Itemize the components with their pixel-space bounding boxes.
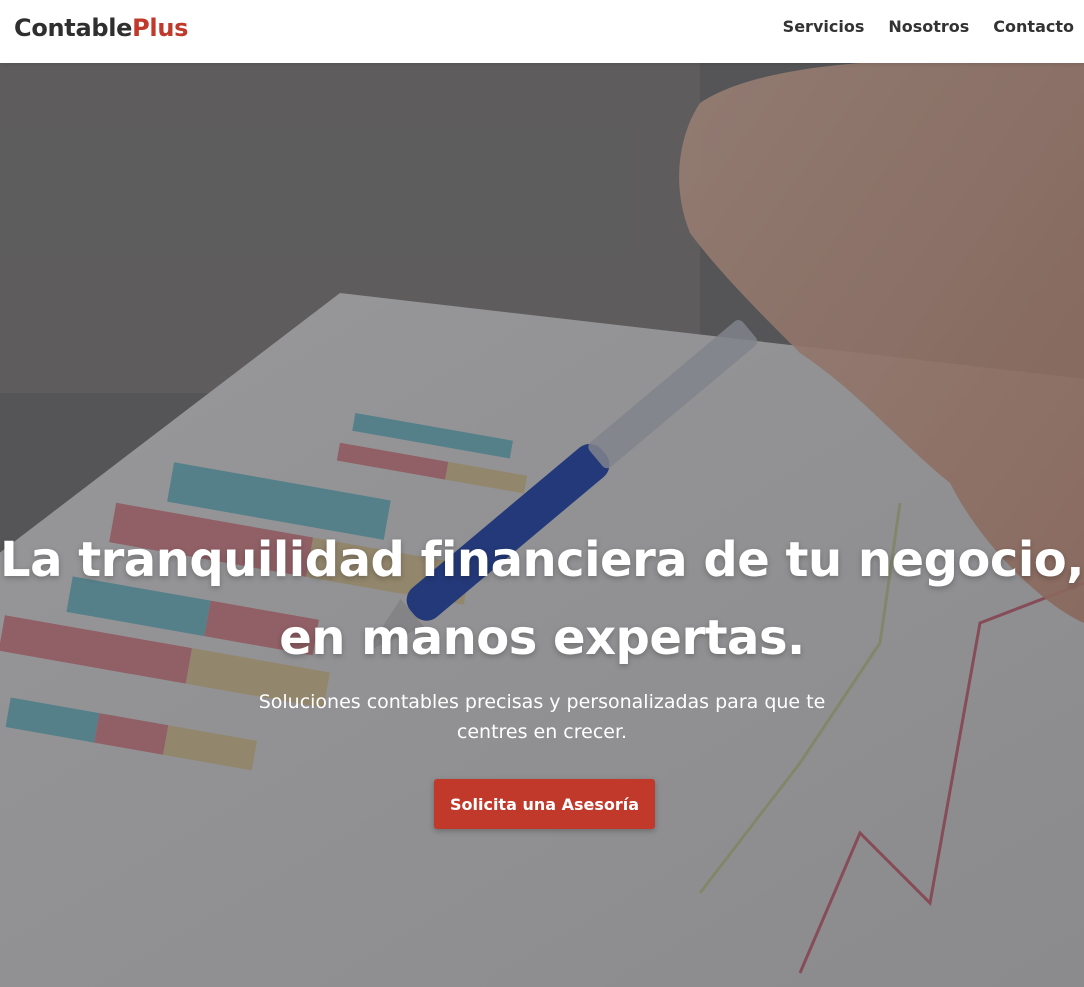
request-consultation-button[interactable]: Solicita una Asesoría: [434, 779, 655, 829]
nav-link-nosotros[interactable]: Nosotros: [888, 16, 969, 38]
nav-link-contacto[interactable]: Contacto: [993, 16, 1074, 38]
hero-subtitle: Soluciones contables precisas y personal…: [258, 691, 826, 743]
hero-title-line1: La tranquilidad financiera de tu negocio…: [0, 532, 1084, 588]
brand-name-part1: Contable: [14, 14, 133, 42]
nav-link-servicios[interactable]: Servicios: [783, 16, 865, 38]
hero-section: La tranquilidad financiera de tu negocio…: [0, 63, 1084, 987]
site-header: ContablePlus Servicios Nosotros Contacto: [0, 0, 1084, 63]
hero-title: La tranquilidad financiera de tu negocio…: [0, 521, 1084, 677]
hero-title-line2: en manos expertas.: [279, 610, 805, 666]
brand-name-part2: Plus: [132, 14, 189, 42]
brand-logo[interactable]: ContablePlus: [14, 13, 188, 43]
main-nav: Servicios Nosotros Contacto: [783, 16, 1074, 38]
